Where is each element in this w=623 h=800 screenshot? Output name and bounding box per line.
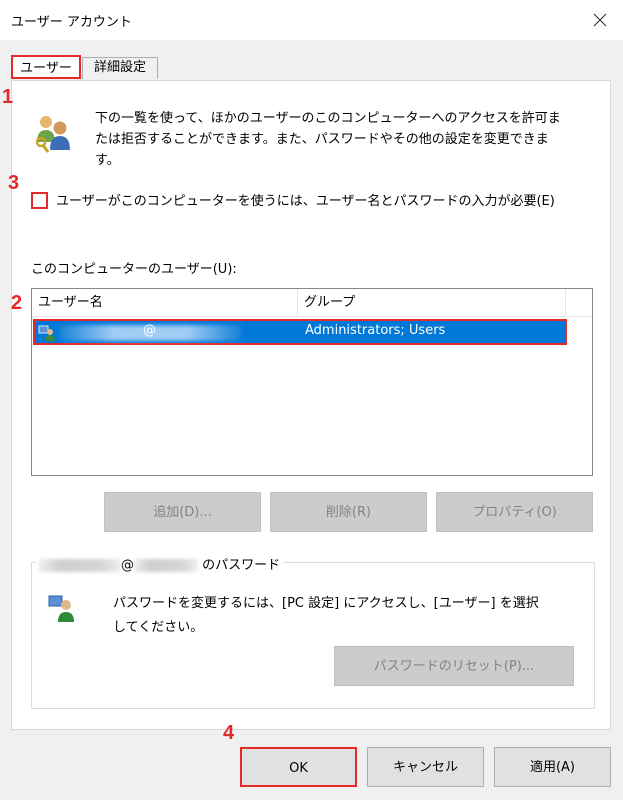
title-bar: ユーザー アカウント (0, 0, 623, 40)
redacted-domain (134, 559, 198, 572)
user-account-icon (38, 325, 55, 341)
window-title: ユーザー アカウント (11, 15, 132, 30)
properties-button[interactable]: プロパティ(O) (436, 492, 593, 532)
table-row[interactable]: @ Administrators; Users (33, 319, 567, 345)
password-instructions: パスワードを変更するには、[PC 設定] にアクセスし、[ユーザー] を選択 し… (113, 596, 539, 635)
group-cell: Administrators; Users (305, 323, 446, 338)
cancel-button[interactable]: キャンセル (367, 747, 484, 787)
close-button[interactable] (577, 0, 623, 40)
column-header-group[interactable]: グループ (298, 289, 566, 316)
step-marker-2: 2 (11, 292, 23, 314)
list-header: ユーザー名 グループ (32, 289, 592, 317)
remove-user-button[interactable]: 削除(R) (270, 492, 427, 532)
tab-users[interactable]: ユーザー (11, 55, 81, 79)
users-icon (35, 116, 70, 153)
column-header-user-name[interactable]: ユーザー名 (32, 289, 298, 316)
description-text: 下の一覧を使って、ほかのユーザーのこのコンピューターへのアクセスを許可ま たは拒… (95, 111, 561, 168)
add-user-button[interactable]: 追加(D)... (104, 492, 261, 532)
user-list-label: このコンピューターのユーザー(U): (31, 262, 237, 277)
ok-button[interactable]: OK (240, 747, 357, 787)
step-marker-3: 3 (8, 172, 20, 194)
password-group-title: @ のパスワード (36, 554, 284, 573)
require-password-label[interactable]: ユーザーがこのコンピューターを使うには、ユーザー名とパスワードの入力が必要(E) (56, 190, 555, 209)
user-name-cell: @ (143, 323, 156, 338)
step-marker-4: 4 (223, 722, 235, 744)
reset-password-button[interactable]: パスワードのリセット(P)... (334, 646, 574, 686)
close-icon (593, 13, 607, 27)
user-list[interactable]: ユーザー名 グループ @ Administrators; Users (31, 288, 593, 476)
step-marker-1: 1 (2, 86, 14, 108)
user-password-icon (48, 595, 74, 622)
require-password-checkbox[interactable] (31, 192, 48, 209)
apply-button[interactable]: 適用(A) (494, 747, 611, 787)
redacted-username (39, 559, 121, 572)
tab-advanced[interactable]: 詳細設定 (82, 57, 158, 79)
